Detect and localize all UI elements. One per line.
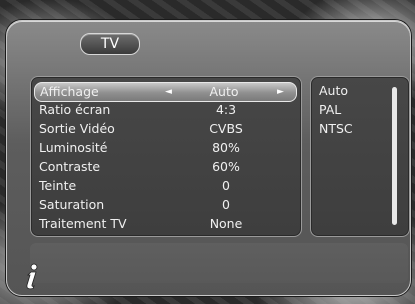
help-bar xyxy=(30,243,408,283)
setting-row-traitement-tv[interactable]: Traitement TV None xyxy=(37,215,293,233)
option-item-ntsc[interactable]: NTSC xyxy=(319,120,353,138)
setting-row-teinte[interactable]: Teinte 0 xyxy=(37,177,293,195)
options-list: Auto PAL NTSC xyxy=(310,76,410,237)
setting-label: Luminosité xyxy=(39,140,108,155)
setting-row-sortie-video[interactable]: Sortie Vidéo CVBS xyxy=(37,120,293,138)
setting-value: Auto xyxy=(209,84,239,99)
setting-label: Teinte xyxy=(39,178,77,193)
option-item-auto[interactable]: Auto xyxy=(319,82,348,100)
setting-label: Sortie Vidéo xyxy=(39,121,115,136)
setting-row-ratio-ecran[interactable]: Ratio écran 4:3 xyxy=(37,101,293,119)
setting-label: Affichage xyxy=(40,84,99,99)
right-arrow-icon[interactable]: ► xyxy=(277,83,284,101)
setting-value: 80% xyxy=(212,140,240,155)
options-scrollbar[interactable] xyxy=(392,87,397,225)
setting-value: 4:3 xyxy=(215,102,237,117)
setting-value: CVBS xyxy=(209,121,243,136)
window-title-tab: TV xyxy=(80,33,140,55)
setting-row-saturation[interactable]: Saturation 0 xyxy=(37,196,293,214)
settings-list: Affichage ◄ Auto ► Ratio écran 4:3 Sorti… xyxy=(30,76,302,237)
info-icon[interactable] xyxy=(21,262,41,290)
setting-label: Ratio écran xyxy=(39,102,111,117)
setting-label: Saturation xyxy=(39,197,105,212)
setting-row-affichage[interactable]: Affichage ◄ Auto ► xyxy=(34,82,297,102)
setting-value: 60% xyxy=(212,159,240,174)
setting-value: 0 xyxy=(222,178,230,193)
setting-row-contraste[interactable]: Contraste 60% xyxy=(37,158,293,176)
setting-row-luminosite[interactable]: Luminosité 80% xyxy=(37,139,293,157)
settings-window: TV Affichage ◄ Auto ► Ratio écran 4:3 So… xyxy=(6,20,411,296)
setting-label: Contraste xyxy=(39,159,101,174)
setting-value: 0 xyxy=(222,197,230,212)
setting-value: None xyxy=(209,216,243,231)
setting-label: Traitement TV xyxy=(39,216,127,231)
option-item-pal[interactable]: PAL xyxy=(319,101,341,119)
